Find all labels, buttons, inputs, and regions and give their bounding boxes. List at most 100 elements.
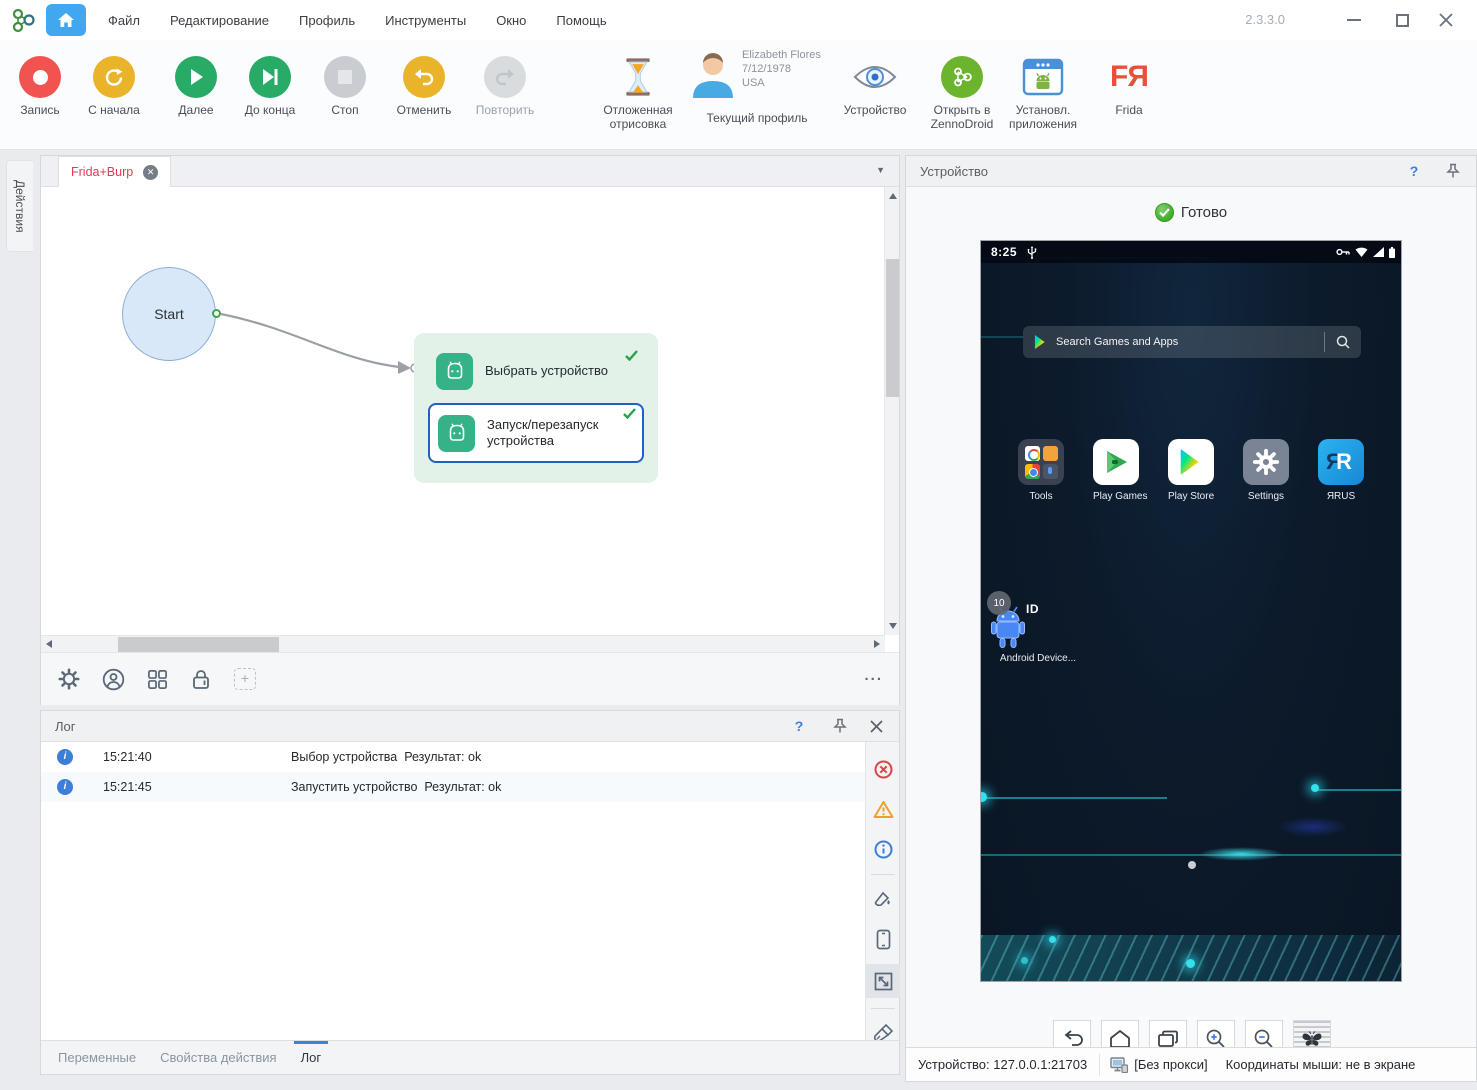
- app-android-device[interactable]: 10: [985, 585, 1095, 664]
- device-screen[interactable]: 8:25: [981, 241, 1401, 981]
- canvas-footer-toolbar: + ...: [41, 652, 899, 705]
- canvas-grid-button[interactable]: [145, 667, 169, 691]
- log-row[interactable]: i 15:21:45 Запустить устройство Результа…: [41, 772, 865, 802]
- close-log-icon[interactable]: [870, 720, 883, 733]
- scroll-up-icon[interactable]: [889, 193, 897, 199]
- home-button[interactable]: [46, 4, 86, 36]
- action-restart-device[interactable]: Запуск/перезапуск устройства: [428, 403, 644, 463]
- android-clock: 8:25: [991, 245, 1017, 259]
- frida-button[interactable]: FЯ Frida: [1094, 40, 1164, 148]
- canvas-more-button[interactable]: ...: [864, 667, 883, 684]
- info-icon: i: [57, 749, 73, 765]
- app-label: Settings: [1243, 491, 1289, 502]
- installed-apps-button[interactable]: Установл. приложения: [998, 40, 1088, 148]
- mouse-position-dot: [1188, 861, 1196, 869]
- log-row[interactable]: i 15:21:40 Выбор устройства Результат: o…: [41, 742, 865, 772]
- filter-info-icon[interactable]: [866, 834, 900, 864]
- proxy-status[interactable]: [Без прокси]: [1134, 1057, 1207, 1072]
- app-play-games[interactable]: Play Games: [1093, 439, 1139, 502]
- menu-profile[interactable]: Профиль: [299, 13, 355, 28]
- canvas-lock-button[interactable]: [189, 667, 213, 691]
- log-panel: Лог ? i 15:21:40 Выбор устройства Резуль…: [40, 710, 900, 1075]
- play-icon: [175, 56, 217, 98]
- add-action-slot-button[interactable]: +: [233, 667, 257, 691]
- app-settings[interactable]: Settings: [1243, 439, 1289, 502]
- menu-edit[interactable]: Редактирование: [170, 13, 269, 28]
- tab-variables[interactable]: Переменные: [49, 1041, 145, 1074]
- minimize-button[interactable]: [1331, 0, 1377, 40]
- app-play-store[interactable]: Play Store: [1168, 439, 1214, 502]
- vpn-key-icon: [1336, 248, 1350, 256]
- undo-button[interactable]: Отменить: [390, 40, 458, 148]
- hscroll-thumb[interactable]: [118, 637, 279, 652]
- record-button[interactable]: Запись: [8, 40, 72, 148]
- proxy-computer-icon: [1110, 1057, 1128, 1073]
- app-label: Play Games: [1093, 491, 1139, 502]
- eye-icon: [833, 56, 917, 98]
- device-log-icon[interactable]: [866, 924, 900, 954]
- menu-window[interactable]: Окно: [496, 13, 526, 28]
- action-title: Выбрать устройство: [485, 363, 608, 379]
- highlight-color-icon[interactable]: [866, 884, 900, 914]
- app-tools[interactable]: Tools: [1018, 439, 1064, 502]
- actions-tab-label: Действия: [13, 180, 27, 233]
- device-status: Готово: [906, 203, 1476, 222]
- stop-button[interactable]: Стоп: [313, 40, 377, 148]
- close-window-button[interactable]: [1423, 0, 1469, 40]
- sidebar-tab-actions[interactable]: Действия: [6, 160, 33, 252]
- play-to-end-icon: [249, 56, 291, 98]
- scroll-down-icon[interactable]: [889, 623, 897, 629]
- profile-birthdate: 7/12/1978: [742, 62, 821, 76]
- canvas-horizontal-scrollbar[interactable]: [41, 635, 885, 652]
- scroll-left-icon[interactable]: [46, 640, 52, 648]
- log-title: Лог: [55, 719, 76, 734]
- log-time: 15:21:45: [103, 780, 152, 794]
- vscroll-thumb[interactable]: [886, 259, 899, 397]
- flow-editor-panel: Frida+Burp ✕ ▼ Start: [40, 155, 900, 705]
- step-next-button[interactable]: Далее: [164, 40, 228, 148]
- start-node-output-port[interactable]: [212, 309, 221, 318]
- play-search-bar[interactable]: Search Games and Apps: [1023, 326, 1361, 358]
- redo-button[interactable]: Повторить: [468, 40, 542, 148]
- restart-icon: [93, 56, 135, 98]
- tab-close-icon[interactable]: ✕: [143, 165, 158, 180]
- device-view-button[interactable]: Устройство: [833, 40, 917, 148]
- start-node[interactable]: Start: [122, 267, 216, 361]
- canvas-profile-button[interactable]: [101, 667, 125, 691]
- start-node-label: Start: [154, 306, 184, 322]
- pin-icon[interactable]: [1446, 163, 1460, 179]
- open-in-zennodroid-button[interactable]: Открыть в ZennoDroid: [917, 40, 1007, 148]
- deferred-render-button[interactable]: Отложенная отрисовка: [592, 40, 684, 148]
- current-profile-button[interactable]: Elizabeth Flores 7/12/1978 USA Текущий п…: [682, 40, 832, 148]
- pin-icon[interactable]: [833, 718, 847, 734]
- home-icon: [57, 12, 75, 28]
- profile-avatar-icon: [690, 50, 736, 98]
- flow-canvas[interactable]: Start Выбрать устройство: [41, 187, 885, 635]
- run-to-end-button[interactable]: До конца: [238, 40, 302, 148]
- action-select-device[interactable]: Выбрать устройство: [428, 347, 644, 395]
- canvas-vertical-scrollbar[interactable]: [884, 187, 899, 635]
- tab-action-properties[interactable]: Свойства действия: [151, 1041, 285, 1074]
- restart-button[interactable]: С начала: [82, 40, 146, 148]
- menu-tools[interactable]: Инструменты: [385, 13, 466, 28]
- maximize-button[interactable]: [1379, 0, 1425, 40]
- tab-frida-burp[interactable]: Frida+Burp ✕: [58, 156, 171, 187]
- filter-errors-icon[interactable]: [866, 754, 900, 784]
- app-yarus[interactable]: Я R ЯRUS: [1318, 439, 1364, 502]
- help-icon[interactable]: ?: [789, 718, 809, 734]
- scroll-right-icon[interactable]: [874, 640, 880, 648]
- tab-log[interactable]: Лог: [292, 1041, 331, 1074]
- expand-log-icon[interactable]: [866, 964, 900, 998]
- filter-warnings-icon[interactable]: [866, 794, 900, 824]
- help-icon[interactable]: ?: [1404, 163, 1424, 179]
- main-toolbar: Запись С начала Далее До конца Стоп: [0, 40, 1477, 150]
- canvas-settings-button[interactable]: [57, 667, 81, 691]
- robot-id-text: ID: [1026, 602, 1039, 616]
- tab-list-dropdown-icon[interactable]: ▼: [876, 165, 885, 175]
- search-icon[interactable]: [1336, 335, 1350, 349]
- menu-file[interactable]: Файл: [108, 13, 140, 28]
- log-filter-toolbar: [865, 742, 899, 1040]
- android-action-icon: [436, 353, 473, 390]
- battery-icon: [1389, 247, 1395, 258]
- menu-help[interactable]: Помощь: [556, 13, 606, 28]
